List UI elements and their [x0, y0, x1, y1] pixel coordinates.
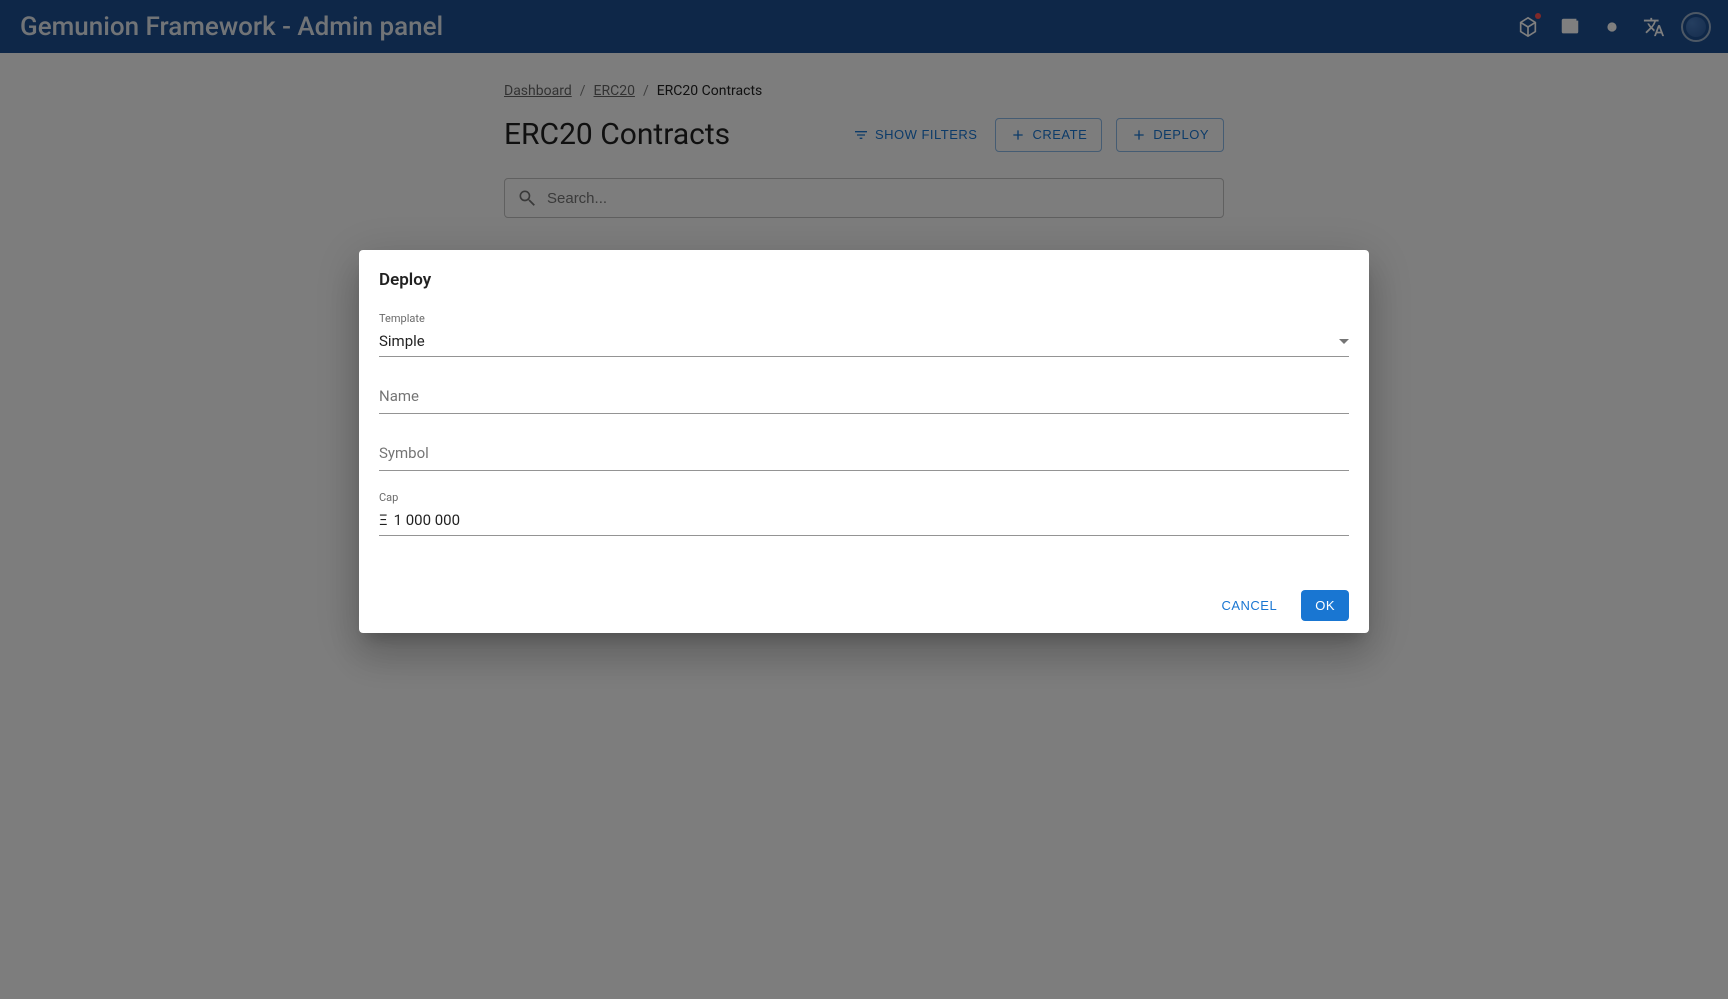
name-label: Name — [379, 377, 1349, 413]
template-value: Simple — [379, 332, 425, 350]
cap-prefix: Ξ — [379, 511, 388, 529]
ok-button[interactable]: OK — [1301, 590, 1349, 621]
cap-field[interactable]: Cap Ξ 1 000 000 — [379, 491, 1349, 536]
modal-scrim[interactable]: Deploy Template Simple Name Symbol Cap Ξ… — [0, 0, 1728, 999]
deploy-dialog: Deploy Template Simple Name Symbol Cap Ξ… — [359, 250, 1369, 633]
symbol-label: Symbol — [379, 434, 1349, 470]
chevron-down-icon — [1339, 339, 1349, 344]
cap-label: Cap — [379, 491, 398, 504]
dialog-title: Deploy — [379, 270, 1349, 312]
template-field[interactable]: Template Simple — [379, 312, 1349, 357]
symbol-field[interactable]: Symbol — [379, 434, 1349, 471]
cancel-button[interactable]: CANCEL — [1207, 590, 1291, 621]
template-label: Template — [379, 312, 425, 325]
name-field[interactable]: Name — [379, 377, 1349, 414]
dialog-actions: CANCEL OK — [379, 556, 1349, 621]
cap-value: 1 000 000 — [394, 511, 460, 529]
